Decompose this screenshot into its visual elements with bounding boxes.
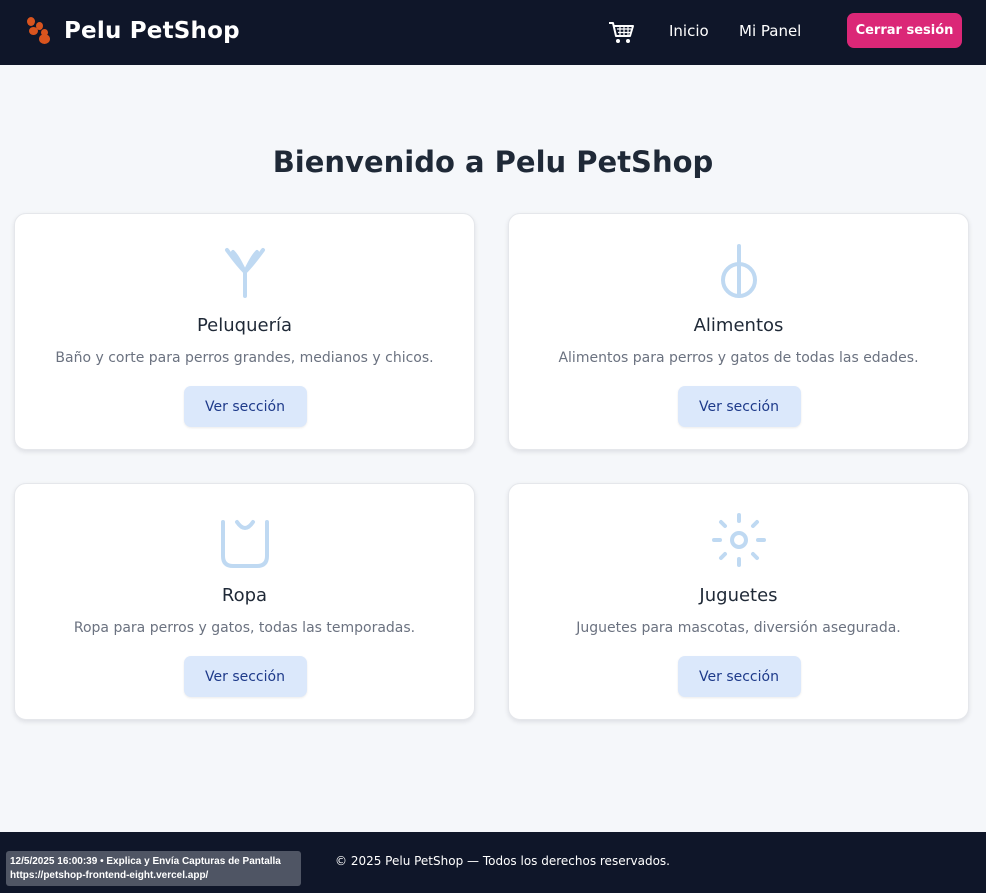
card-description: Ropa para perros y gatos, todas las temp… (73, 620, 416, 636)
card-juguetes: Juguetes Juguetes para mascotas, diversi… (508, 483, 969, 720)
card-ropa: Ropa Ropa para perros y gatos, todas las… (14, 483, 475, 720)
shirt-icon (217, 512, 273, 568)
view-section-button[interactable]: Ver sección (183, 656, 307, 697)
paw-icon (25, 17, 53, 45)
card-title: Juguetes (699, 585, 778, 606)
capture-overlay: 12/5/2025 16:00:39 • Explica y Envía Cap… (6, 851, 301, 886)
capture-url: https://petshop-frontend-eight.vercel.ap… (10, 870, 209, 881)
cart-icon[interactable] (607, 20, 635, 46)
card-description: Alimentos para perros y gatos de todas l… (558, 350, 919, 366)
card-description: Baño y corte para perros grandes, median… (55, 350, 434, 366)
footer-copyright: © 2025 Pelu PetShop — Todos los derechos… (335, 854, 670, 868)
nav-link-panel[interactable]: Mi Panel (739, 22, 801, 40)
view-section-button[interactable]: Ver sección (677, 656, 801, 697)
scissors-icon (217, 242, 273, 298)
card-alimentos: Alimentos Alimentos para perros y gatos … (508, 213, 969, 450)
brand[interactable]: Pelu PetShop (25, 17, 240, 45)
page-title: Bienvenido a Pelu PetShop (272, 145, 714, 179)
bowl-icon (711, 242, 767, 298)
card-title: Peluquería (196, 315, 293, 336)
card-peluqueria: Peluquería Baño y corte para perros gran… (14, 213, 475, 450)
capture-timestamp: 12/5/2025 16:00:39 • Explica y Envía Cap… (10, 856, 281, 867)
card-title: Alimentos (693, 315, 784, 336)
brand-name: Pelu PetShop (64, 18, 240, 44)
card-description: Juguetes para mascotas, diversión asegur… (576, 620, 901, 636)
navbar: Pelu PetShop Inicio Mi Panel Cerrar sesi… (0, 0, 986, 65)
logout-button[interactable]: Cerrar sesión (847, 13, 962, 48)
view-section-button[interactable]: Ver sección (183, 386, 307, 427)
nav-link-home[interactable]: Inicio (669, 22, 709, 40)
card-title: Ropa (221, 585, 268, 606)
view-section-button[interactable]: Ver sección (677, 386, 801, 427)
toy-icon (711, 512, 767, 568)
